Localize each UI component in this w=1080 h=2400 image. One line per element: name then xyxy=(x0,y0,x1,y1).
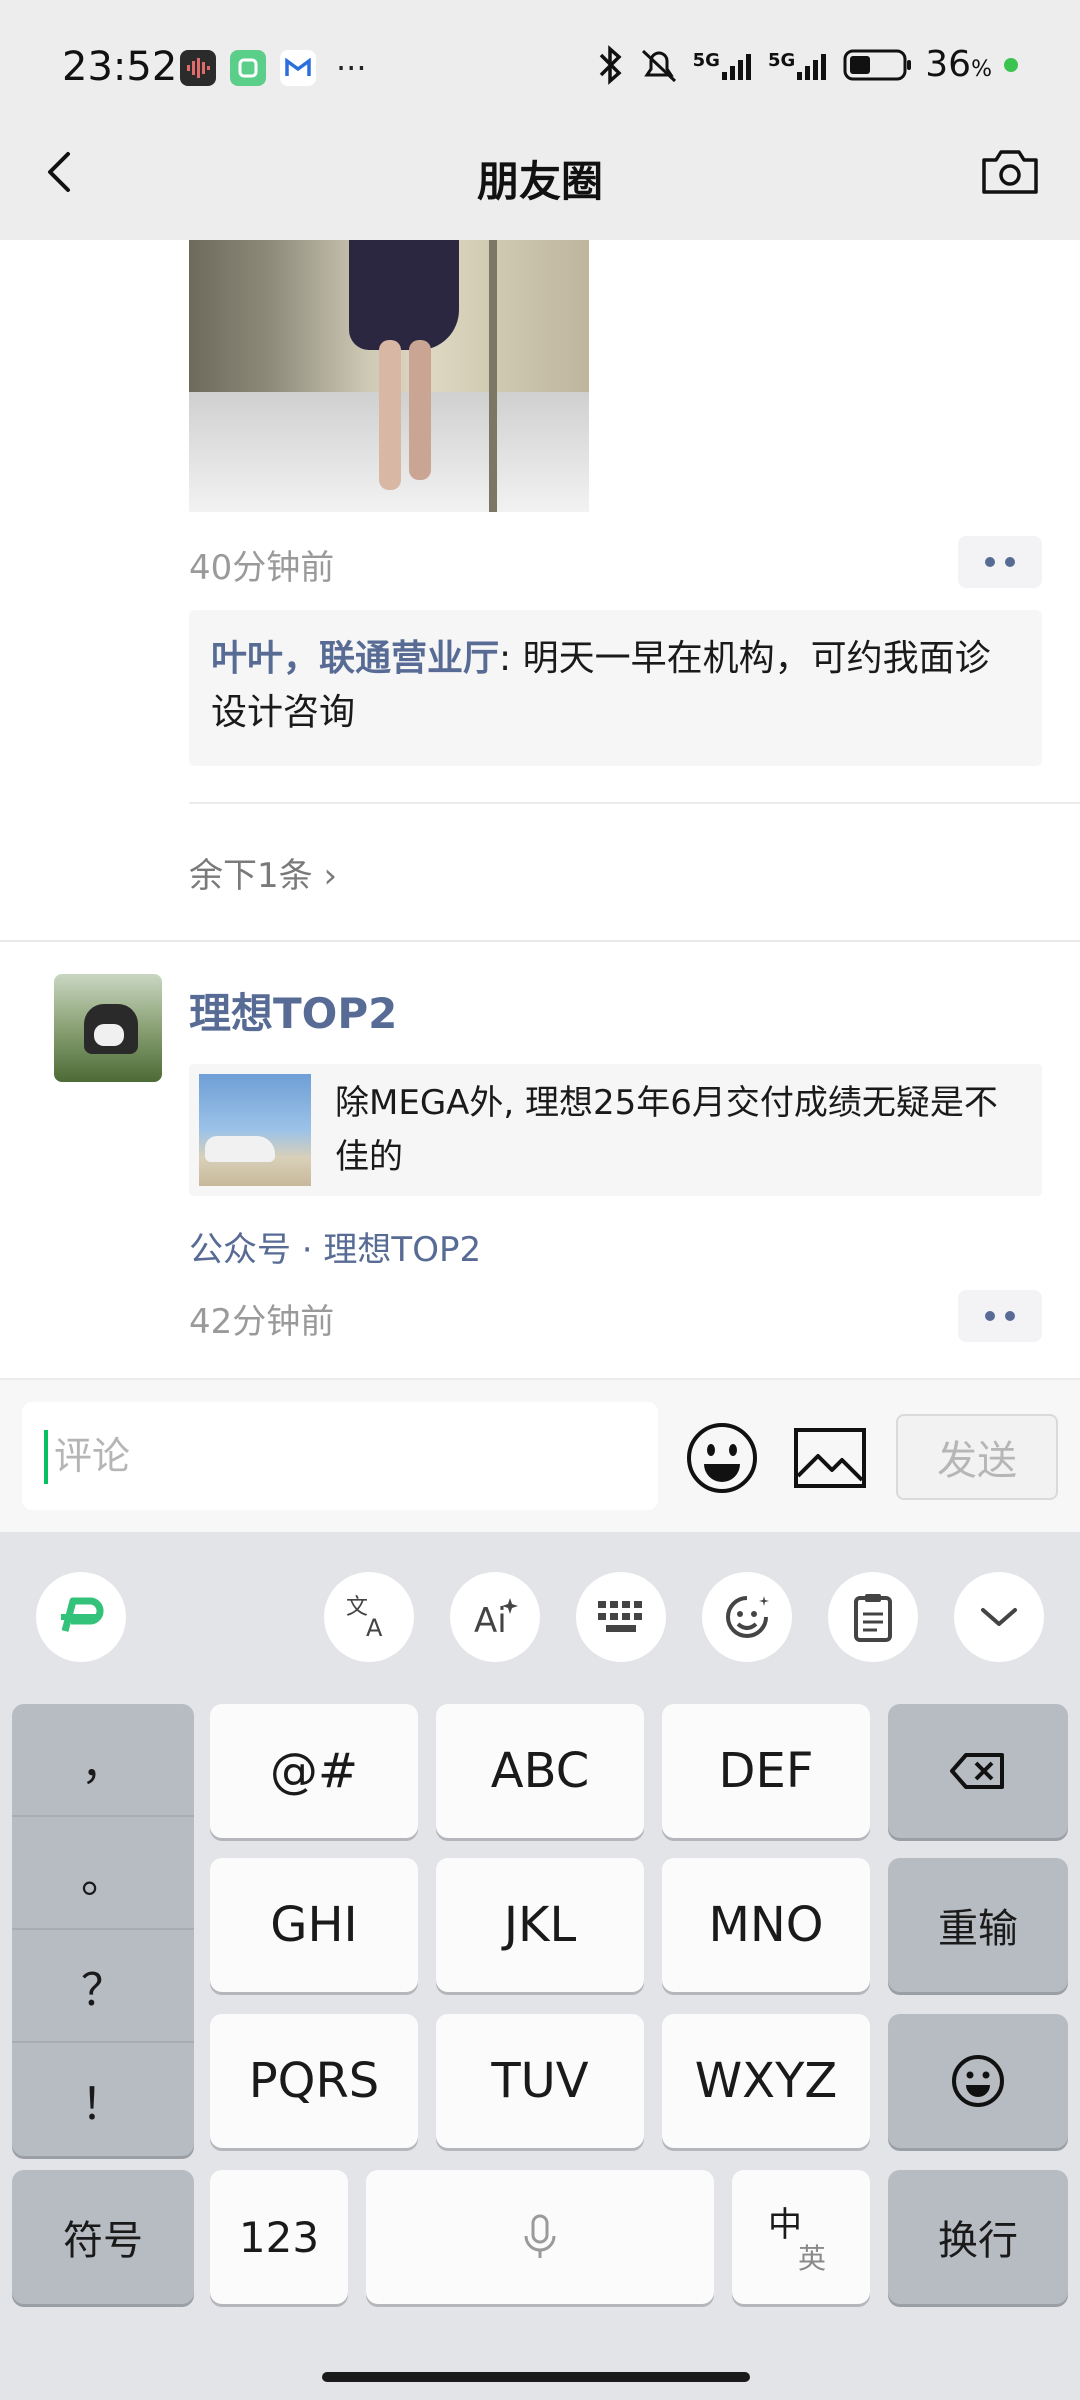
symbols-key[interactable]: 符号 xyxy=(12,2170,194,2304)
signal-5g-2: 5G xyxy=(768,50,831,80)
poster-name[interactable]: 理想TOP2 xyxy=(189,980,397,1041)
emoji-icon[interactable] xyxy=(684,1420,760,1496)
camera-icon[interactable] xyxy=(980,146,1040,198)
post-more-button[interactable] xyxy=(958,536,1042,588)
article-source[interactable]: 公众号 · 理想TOP2 xyxy=(189,1222,481,1271)
article-thumbnail xyxy=(199,1074,311,1186)
comment-input-bar: 发送 xyxy=(0,1378,1080,1532)
status-app-icons: ··· xyxy=(180,50,367,86)
key-jkl[interactable]: JKL xyxy=(436,1858,644,1992)
lang-english: 英 xyxy=(798,2242,827,2275)
moments-feed[interactable]: 40分钟前 叶叶，联通营业厅: 明天一早在机构，可约我面诊设计咨询 余下1条 ›… xyxy=(0,240,1080,1378)
language-switch-key[interactable]: 中 英 xyxy=(732,2170,870,2304)
signal-5g-1: 5G xyxy=(693,50,756,80)
emoji-key[interactable] xyxy=(888,2014,1068,2148)
post-time: 42分钟前 xyxy=(189,1302,335,1342)
article-title: 除MEGA外, 理想25年6月交付成绩无疑是不佳的 xyxy=(335,1083,998,1177)
sound-app-icon xyxy=(180,50,216,86)
key-ghi[interactable]: GHI xyxy=(210,1858,418,1992)
bluetooth-icon xyxy=(599,44,622,85)
gmail-app-icon xyxy=(280,50,316,86)
keyboard: 文A Ai ， 。 ？ ！ @# ABC DEF GHI JKL MNO 重输 … xyxy=(0,1532,1080,2400)
backspace-icon xyxy=(950,1753,1004,1789)
post-more-button[interactable] xyxy=(958,1290,1042,1342)
space-key[interactable] xyxy=(366,2170,714,2304)
meitu-app-icon xyxy=(230,50,266,86)
divider xyxy=(189,802,1080,804)
post-divider xyxy=(0,940,1080,942)
retype-key[interactable]: 重输 xyxy=(888,1858,1068,1992)
status-indicators: 5G 5G 36% xyxy=(595,44,1018,85)
more-notifications: ··· xyxy=(336,49,367,87)
comment-input[interactable] xyxy=(54,1424,634,1488)
key-def[interactable]: DEF xyxy=(662,1704,870,1838)
comment-list: 叶叶，联通营业厅: 明天一早在机构，可约我面诊设计咨询 xyxy=(189,610,1042,766)
ai-writing-icon[interactable]: Ai xyxy=(450,1572,540,1662)
key-symbols-at[interactable]: @# xyxy=(210,1704,418,1838)
collapse-keyboard-icon[interactable] xyxy=(954,1572,1044,1662)
punctuation-column: ， 。 ？ ！ xyxy=(12,1704,194,2156)
article-link-card[interactable]: 除MEGA外, 理想25年6月交付成绩无疑是不佳的 xyxy=(189,1064,1042,1196)
backspace-key[interactable] xyxy=(888,1704,1068,1838)
status-time: 23:52 xyxy=(62,44,178,90)
lang-chinese: 中 xyxy=(768,2205,802,2245)
svg-text:A: A xyxy=(366,1614,383,1642)
punct-key-exclaim[interactable]: ！ xyxy=(12,2043,194,2156)
punct-key-period[interactable]: 。 xyxy=(12,1817,194,1930)
nav-bar: 朋友圈 xyxy=(0,100,1080,240)
ime-logo-icon[interactable] xyxy=(36,1572,126,1662)
numbers-key[interactable]: 123 xyxy=(210,2170,348,2304)
battery-level: 36% xyxy=(925,44,992,85)
emoji-icon xyxy=(952,2055,1004,2107)
mute-icon xyxy=(641,49,676,82)
microphone-icon xyxy=(524,2214,556,2258)
remaining-posts-link[interactable]: 余下1条 › xyxy=(189,848,337,897)
key-mno[interactable]: MNO xyxy=(662,1858,870,1992)
key-abc[interactable]: ABC xyxy=(436,1704,644,1838)
comment-author[interactable]: 叶叶，联通营业厅 xyxy=(211,638,499,679)
punct-key-comma[interactable]: ， xyxy=(12,1704,194,1817)
keyboard-layout-icon[interactable] xyxy=(576,1572,666,1662)
post-photo[interactable] xyxy=(189,240,589,512)
image-icon[interactable] xyxy=(792,1426,868,1490)
punct-key-question[interactable]: ？ xyxy=(12,1930,194,2043)
privacy-indicator xyxy=(1004,57,1018,72)
key-wxyz[interactable]: WXYZ xyxy=(662,2014,870,2148)
home-indicator[interactable] xyxy=(322,2372,750,2382)
avatar[interactable] xyxy=(54,974,162,1082)
comment-field-container[interactable] xyxy=(22,1402,658,1510)
translate-icon[interactable]: 文A xyxy=(324,1572,414,1662)
key-tuv[interactable]: TUV xyxy=(436,2014,644,2148)
send-button[interactable]: 发送 xyxy=(896,1414,1058,1500)
page-title: 朋友圈 xyxy=(476,157,603,206)
battery-icon xyxy=(843,49,912,80)
clipboard-icon[interactable] xyxy=(828,1572,918,1662)
keyboard-toolbar: 文A Ai xyxy=(0,1532,1080,1702)
enter-key[interactable]: 换行 xyxy=(888,2170,1068,2304)
post-time: 40分钟前 xyxy=(189,548,335,588)
svg-text:Ai: Ai xyxy=(474,1601,507,1641)
sticker-icon[interactable] xyxy=(702,1572,792,1662)
text-cursor xyxy=(44,1430,48,1484)
svg-text:文: 文 xyxy=(346,1595,368,1620)
key-pqrs[interactable]: PQRS xyxy=(210,2014,418,2148)
